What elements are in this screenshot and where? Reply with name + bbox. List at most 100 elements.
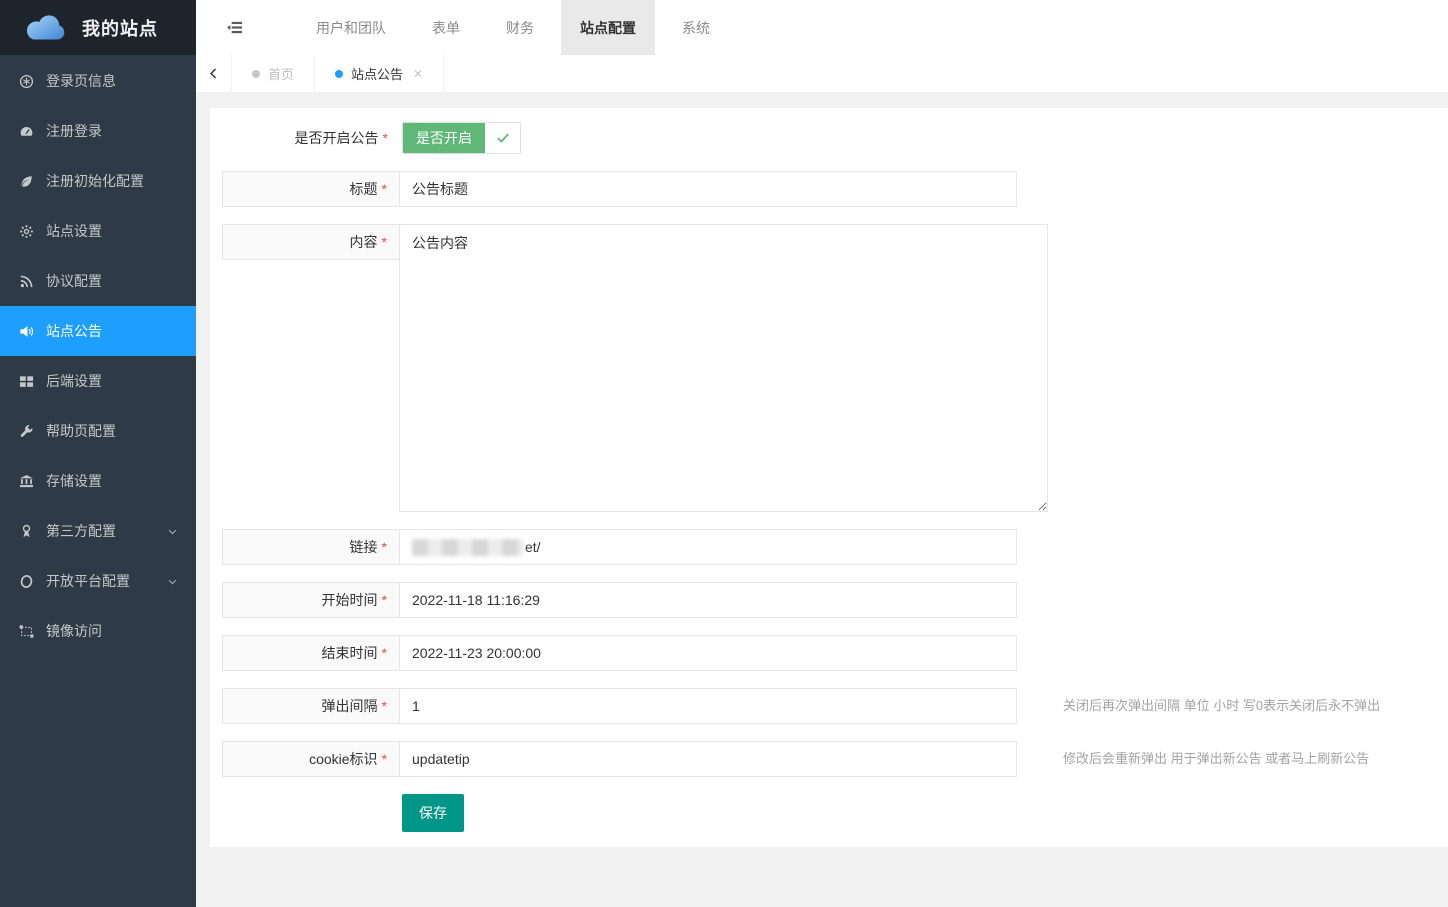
- sidebar-item-label: 注册登录: [46, 121, 102, 141]
- enable-announcement-toggle[interactable]: 是否开启: [402, 122, 521, 154]
- grid-icon: [18, 373, 34, 389]
- object-group-icon: [18, 623, 34, 639]
- chevron-down-icon: [167, 526, 178, 537]
- sidebar-item-backend-settings[interactable]: 后端设置: [0, 356, 196, 406]
- site-title: 我的站点: [82, 15, 158, 41]
- cookie-key-help-text: 修改后会重新弹出 用于弹出新公告 或者马上刷新公告: [1063, 741, 1369, 777]
- form-row-title: 标题 *: [222, 171, 1448, 207]
- tab-bar: 首页 站点公告 ✕: [196, 55, 1448, 93]
- tab-home[interactable]: 首页: [232, 55, 315, 92]
- required-asterisk: *: [383, 130, 388, 146]
- sidebar-item-label: 站点设置: [46, 221, 102, 241]
- content-textarea[interactable]: 公告内容: [399, 224, 1048, 512]
- field-label-cookie-key: cookie标识 *: [222, 741, 400, 777]
- field-label-start-time: 开始时间 *: [222, 582, 400, 618]
- rss-icon: [18, 273, 34, 289]
- sidebar-item-help-page-config[interactable]: 帮助页配置: [0, 406, 196, 456]
- start-time-input[interactable]: [399, 582, 1017, 618]
- required-asterisk: *: [382, 645, 387, 661]
- wrench-icon: [18, 423, 34, 439]
- field-label-content: 内容 *: [222, 224, 400, 260]
- nav-item-users-teams[interactable]: 用户和团队: [297, 0, 405, 55]
- required-asterisk: *: [382, 539, 387, 555]
- sidebar-item-label: 登录页信息: [46, 71, 116, 91]
- field-label-link: 链接 *: [222, 529, 400, 565]
- sidebar-item-open-platform-config[interactable]: 开放平台配置: [0, 556, 196, 606]
- form-row-enable: 是否开启公告 * 是否开启: [222, 122, 1448, 154]
- chevron-down-icon: [167, 576, 178, 587]
- form-row-cookie-key: cookie标识 * 修改后会重新弹出 用于弹出新公告 或者马上刷新公告: [222, 741, 1448, 777]
- sidebar-item-mirror-access[interactable]: 镜像访问: [0, 606, 196, 656]
- save-button[interactable]: 保存: [402, 794, 464, 832]
- content-area: 是否开启公告 * 是否开启 标题 *: [196, 93, 1448, 907]
- sidebar-item-label: 开放平台配置: [46, 571, 130, 591]
- end-time-input[interactable]: [399, 635, 1017, 671]
- sidebar-item-protocol-config[interactable]: 协议配置: [0, 256, 196, 306]
- tachometer-icon: [18, 123, 34, 139]
- form-row-end-time: 结束时间 *: [222, 635, 1448, 671]
- sidebar-item-site-announcement[interactable]: 站点公告: [0, 306, 196, 356]
- field-label-title: 标题 *: [222, 171, 400, 207]
- required-asterisk: *: [382, 698, 387, 714]
- sidebar-item-register-login[interactable]: 注册登录: [0, 106, 196, 156]
- title-input[interactable]: [399, 171, 1017, 207]
- tab-scroll-left-button[interactable]: [196, 55, 232, 92]
- nav-item-site-config[interactable]: 站点配置: [561, 0, 655, 55]
- sidebar-item-label: 第三方配置: [46, 521, 116, 541]
- sidebar-item-register-init-config[interactable]: 注册初始化配置: [0, 156, 196, 206]
- sidebar-item-label: 帮助页配置: [46, 421, 116, 441]
- globe-asterisk-icon: [18, 73, 34, 89]
- sidebar-item-storage-settings[interactable]: 存储设置: [0, 456, 196, 506]
- form-row-link: 链接 * et/: [222, 529, 1448, 565]
- link-input[interactable]: et/: [399, 529, 1017, 565]
- sidebar-item-site-settings[interactable]: 站点设置: [0, 206, 196, 256]
- sidebar-item-label: 注册初始化配置: [46, 171, 144, 191]
- sidebar-item-login-page-info[interactable]: 登录页信息: [0, 56, 196, 106]
- sidebar-item-label: 后端设置: [46, 371, 102, 391]
- collapse-sidebar-icon[interactable]: [196, 0, 271, 55]
- tab-status-dot: [252, 70, 260, 78]
- sidebar-item-third-party-config[interactable]: 第三方配置: [0, 506, 196, 556]
- tab-label: 首页: [268, 64, 294, 83]
- cookie-key-input[interactable]: [399, 741, 1017, 777]
- censored-url-blur: [412, 539, 524, 556]
- sidebar-item-label: 镜像访问: [46, 621, 102, 641]
- sidebar-item-label: 站点公告: [46, 321, 102, 341]
- form-row-start-time: 开始时间 *: [222, 582, 1448, 618]
- required-asterisk: *: [382, 181, 387, 197]
- nav-item-finance[interactable]: 财务: [487, 0, 553, 55]
- speaker-icon: [18, 323, 34, 339]
- field-label-popup-interval: 弹出间隔 *: [222, 688, 400, 724]
- main-area: 用户和团队 表单 财务 站点配置 系统 首页 站点公告 ✕: [196, 0, 1448, 907]
- checkmark-icon: [485, 123, 520, 153]
- circle-icon: [18, 573, 34, 589]
- required-asterisk: *: [382, 234, 387, 250]
- popup-interval-help-text: 关闭后再次弹出间隔 单位 小时 写0表示关闭后永不弹出: [1063, 688, 1380, 724]
- award-icon: [18, 523, 34, 539]
- logo-bar: 我的站点: [0, 0, 196, 55]
- link-suffix-text: et/: [525, 539, 541, 555]
- sidebar-item-label: 协议配置: [46, 271, 102, 291]
- form-row-content: 内容 * 公告内容: [222, 224, 1448, 512]
- required-asterisk: *: [382, 751, 387, 767]
- cloud-logo-icon: [16, 8, 72, 47]
- close-icon[interactable]: ✕: [413, 67, 423, 81]
- popup-interval-input[interactable]: [399, 688, 1017, 724]
- bank-icon: [18, 473, 34, 489]
- sidebar-item-label: 存储设置: [46, 471, 102, 491]
- gear-icon: [18, 223, 34, 239]
- sidebar: 我的站点 登录页信息 注册登录 注册初始化配置: [0, 0, 196, 907]
- pen-icon: [18, 173, 34, 189]
- field-label-end-time: 结束时间 *: [222, 635, 400, 671]
- nav-item-system[interactable]: 系统: [663, 0, 729, 55]
- app-window: 我的站点 登录页信息 注册登录 注册初始化配置: [0, 0, 1448, 907]
- tab-status-dot: [335, 70, 343, 78]
- toggle-on-label: 是否开启: [403, 123, 485, 153]
- top-navbar: 用户和团队 表单 财务 站点配置 系统: [196, 0, 1448, 55]
- tab-site-announcement[interactable]: 站点公告 ✕: [315, 55, 444, 92]
- sidebar-menu: 登录页信息 注册登录 注册初始化配置 站点设置: [0, 55, 196, 656]
- form-row-popup-interval: 弹出间隔 * 关闭后再次弹出间隔 单位 小时 写0表示关闭后永不弹出: [222, 688, 1448, 724]
- nav-item-forms[interactable]: 表单: [413, 0, 479, 55]
- required-asterisk: *: [382, 592, 387, 608]
- field-label-enable: 是否开启公告 *: [222, 122, 400, 154]
